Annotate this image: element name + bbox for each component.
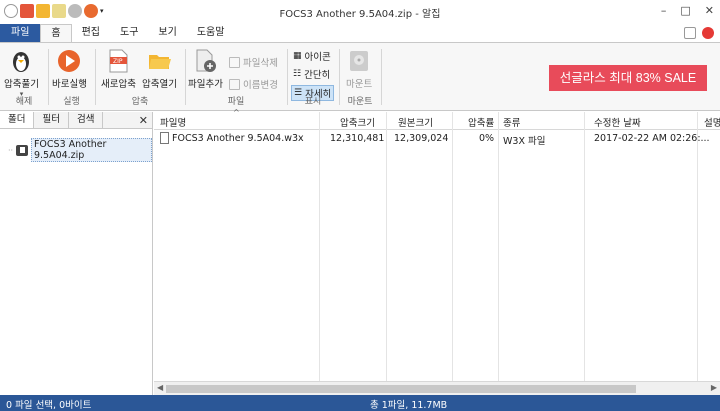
tab-tools[interactable]: 도구 (110, 24, 148, 43)
title-bar: ▾ FOCS3 Another 9.5A04.zip - 알집 – □ ✕ (0, 0, 720, 24)
group-compress: ZIP 새로압축 압축열기 압축 (96, 45, 184, 109)
tab-folder[interactable]: 폴더 (0, 112, 35, 128)
delete-file-button[interactable]: 파일삭제 (229, 55, 278, 69)
mount-button[interactable]: 마운트 (346, 47, 372, 90)
file-list: ^ 파일명 압축크기 원본크기 압축률 종류 수정한 날짜 설명 FOCS3 A… (154, 108, 720, 395)
view-simple-button[interactable]: ☷ 간단히 (293, 67, 330, 81)
column-header: ^ 파일명 압축크기 원본크기 압축률 종류 수정한 날짜 설명 (154, 108, 720, 130)
maximize-button[interactable]: □ (680, 4, 690, 17)
scroll-right-icon[interactable]: ▶ (711, 383, 717, 392)
open-zip-button[interactable]: 압축열기 (142, 47, 177, 90)
row-packed: 12,310,481 (330, 133, 385, 144)
group-label-file: 파일 (227, 97, 245, 107)
col-description[interactable]: 설명 (704, 115, 720, 129)
group-run: 바로실행 실행 (49, 45, 94, 109)
group-file: 파일추가 파일삭제 이름변경 파일 (186, 45, 286, 109)
col-packed[interactable]: 압축크기 (340, 115, 375, 129)
open-folder-icon (147, 49, 172, 73)
tab-file[interactable]: 파일 (0, 24, 41, 43)
ribbon-tabs: 파일 홈 편집 도구 보기 도움말 (0, 24, 720, 43)
tab-home[interactable]: 홈 (40, 24, 72, 43)
group-label-run: 실행 (63, 97, 80, 107)
open-zip-label: 압축열기 (142, 79, 177, 90)
add-file-icon (193, 49, 217, 73)
list-icon: ☷ (293, 69, 302, 79)
run-label: 바로실행 (52, 79, 87, 90)
run-button[interactable]: 바로실행 (52, 47, 87, 90)
zip-archive-icon (16, 144, 28, 156)
tab-edit[interactable]: 편집 (72, 24, 110, 43)
extract-button[interactable]: 압축풀기 ▾ (4, 47, 39, 98)
col-name[interactable]: 파일명 (160, 115, 186, 129)
view-icon-button[interactable]: ▦ 아이콘 (293, 49, 331, 63)
table-row[interactable]: FOCS3 Another 9.5A04.w3x 12,310,481 12,3… (154, 131, 720, 147)
horizontal-scrollbar[interactable]: ◀ ▶ (154, 381, 720, 395)
delete-file-label: 파일삭제 (243, 58, 278, 69)
group-view: ▦ 아이콘 ☷ 간단히 ☰ 자세히 표시 (288, 45, 338, 109)
left-panel: 폴더 필터 검색 ✕ ·· FOCS3 Another 9.5A04.zip (0, 112, 153, 395)
add-file-button[interactable]: 파일추가 (188, 47, 223, 90)
file-icon (160, 132, 169, 144)
new-zip-label: 새로압축 (101, 79, 136, 90)
tree-connector: ·· (8, 145, 14, 155)
rename-icon (229, 78, 240, 90)
ad-banner[interactable]: 선글라스 최대 83% SALE (549, 65, 707, 91)
minimize-ribbon-icon[interactable] (684, 27, 696, 39)
status-total: 총 1파일, 11.7MB (370, 400, 448, 411)
status-selection: 0 파일 선택, 0바이트 (6, 400, 92, 411)
group-mount: 마운트 마운트 (340, 45, 380, 109)
help-icon[interactable] (702, 27, 714, 39)
svg-text:ZIP: ZIP (113, 58, 123, 65)
scroll-thumb[interactable] (166, 385, 636, 393)
new-zip-icon: ZIP (106, 49, 130, 73)
row-original: 12,309,024 (394, 133, 449, 144)
row-type: W3X 파일 (503, 136, 546, 147)
sort-up-icon: ^ (233, 108, 240, 117)
trash-icon (229, 56, 240, 68)
new-zip-button[interactable]: ZIP 새로압축 (101, 47, 136, 90)
scroll-left-icon[interactable]: ◀ (157, 383, 163, 392)
col-modified[interactable]: 수정한 날짜 (594, 115, 641, 129)
row-modified: 2017-02-22 AM 02:26:... (594, 133, 710, 144)
group-extract: 압축풀기 ▾ 해제 (0, 45, 48, 109)
window-title: FOCS3 Another 9.5A04.zip - 알집 (279, 9, 441, 20)
tree-item-label: FOCS3 Another 9.5A04.zip (30, 138, 152, 162)
minimize-button[interactable]: – (661, 4, 667, 17)
panel-close-button[interactable]: ✕ (139, 114, 148, 127)
extract-penguin-icon (9, 49, 33, 73)
status-bar: 0 파일 선택, 0바이트 총 1파일, 11.7MB (0, 395, 720, 411)
col-ratio[interactable]: 압축률 (468, 115, 494, 129)
ribbon: 압축풀기 ▾ 해제 바로실행 실행 ZIP 새로압축 압축열기 압축 파일추가 … (0, 42, 720, 111)
tab-help[interactable]: 도움말 (187, 24, 235, 43)
tab-view[interactable]: 보기 (148, 24, 186, 43)
tree-item[interactable]: ·· FOCS3 Another 9.5A04.zip (8, 138, 152, 162)
group-label-extract: 해제 (15, 97, 33, 107)
group-label-compress: 압축 (131, 97, 149, 107)
add-file-label: 파일추가 (188, 79, 223, 90)
row-name: FOCS3 Another 9.5A04.w3x (172, 133, 304, 144)
tab-search[interactable]: 검색 (69, 112, 104, 128)
view-icon-label: 아이콘 (304, 52, 331, 63)
play-icon (57, 49, 81, 73)
group-label-view: 표시 (304, 97, 322, 107)
rename-button[interactable]: 이름변경 (229, 77, 278, 91)
group-label-mount: 마운트 (347, 97, 373, 107)
grid-icon: ▦ (293, 51, 302, 61)
tab-filter[interactable]: 필터 (34, 112, 69, 128)
close-button[interactable]: ✕ (705, 4, 714, 17)
col-type[interactable]: 종류 (503, 115, 520, 129)
col-original[interactable]: 원본크기 (398, 115, 433, 129)
mount-label: 마운트 (346, 79, 373, 90)
row-ratio: 0% (479, 133, 495, 144)
view-simple-label: 간단히 (304, 70, 331, 81)
rename-label: 이름변경 (243, 80, 278, 91)
extract-label: 압축풀기 (4, 79, 39, 90)
disk-icon (347, 49, 371, 73)
